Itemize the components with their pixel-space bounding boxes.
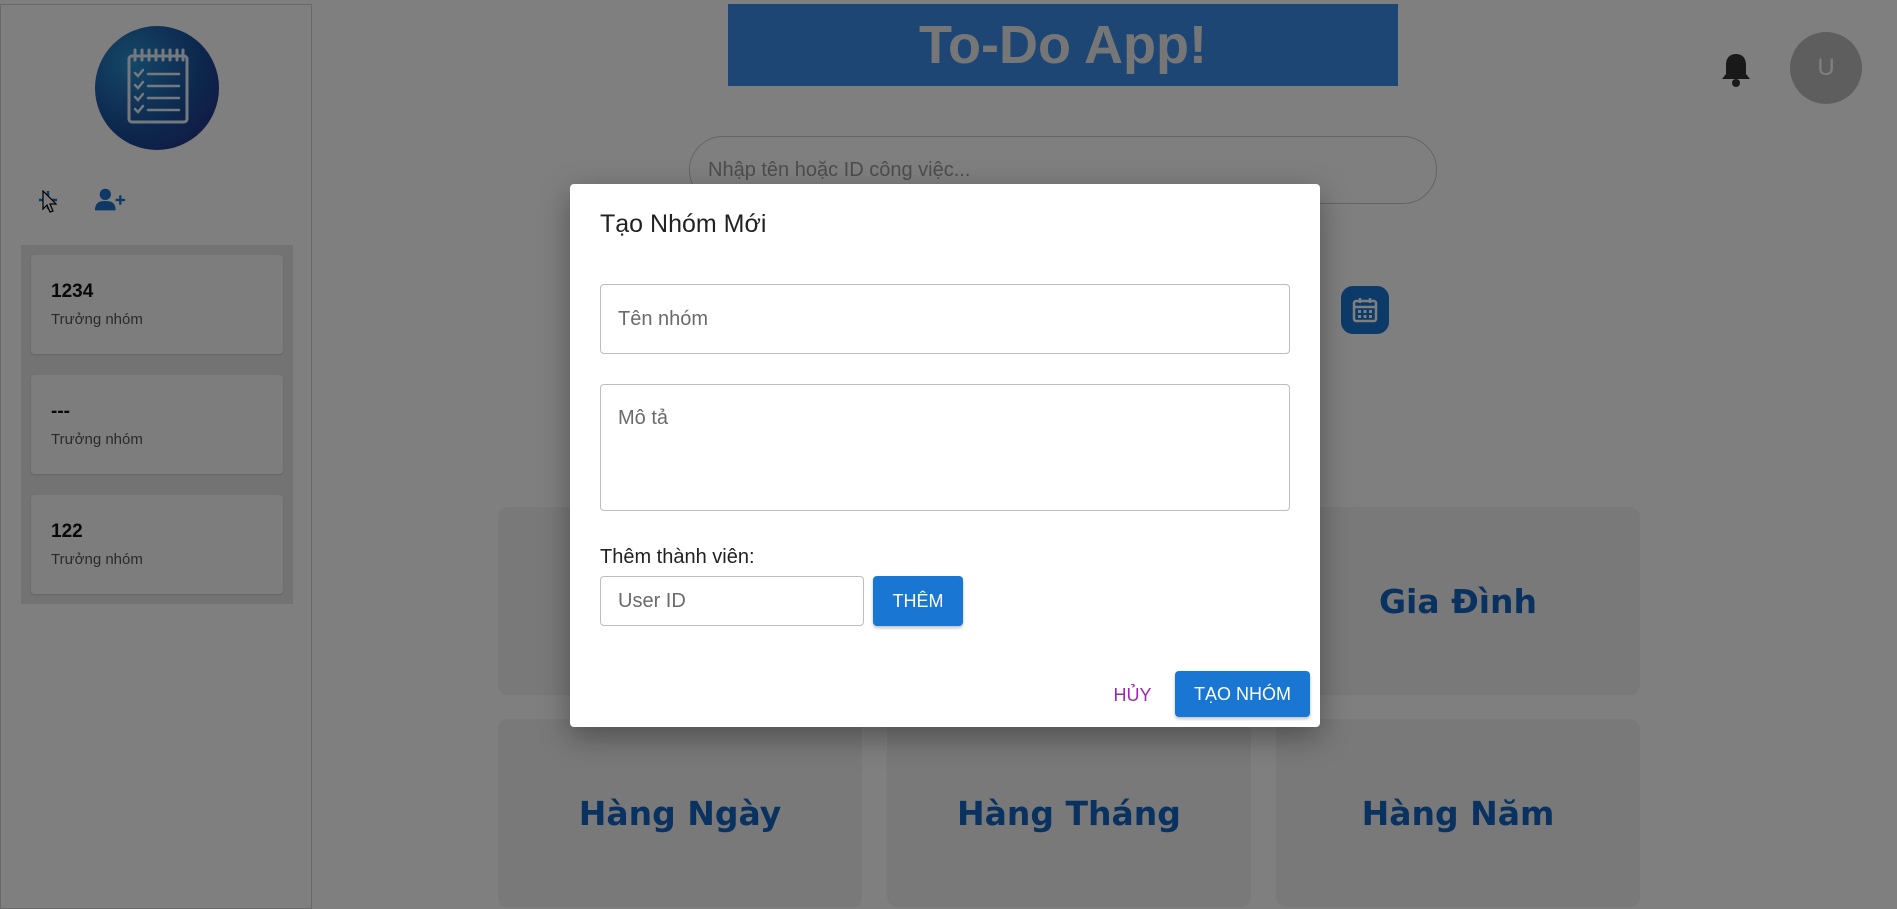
description-field[interactable] bbox=[600, 384, 1290, 511]
add-member-button[interactable]: THÊM bbox=[873, 576, 963, 626]
user-id-field[interactable] bbox=[600, 576, 864, 626]
create-group-dialog: Tạo Nhóm Mới Thêm thành viên: THÊM HỦY T… bbox=[570, 184, 1320, 727]
create-group-submit-button[interactable]: TẠO NHÓM bbox=[1175, 671, 1310, 717]
group-name-field[interactable] bbox=[600, 284, 1290, 354]
cancel-button[interactable]: HỦY bbox=[1100, 672, 1165, 718]
add-members-label: Thêm thành viên: bbox=[600, 546, 755, 568]
dialog-title: Tạo Nhóm Mới bbox=[600, 210, 767, 238]
